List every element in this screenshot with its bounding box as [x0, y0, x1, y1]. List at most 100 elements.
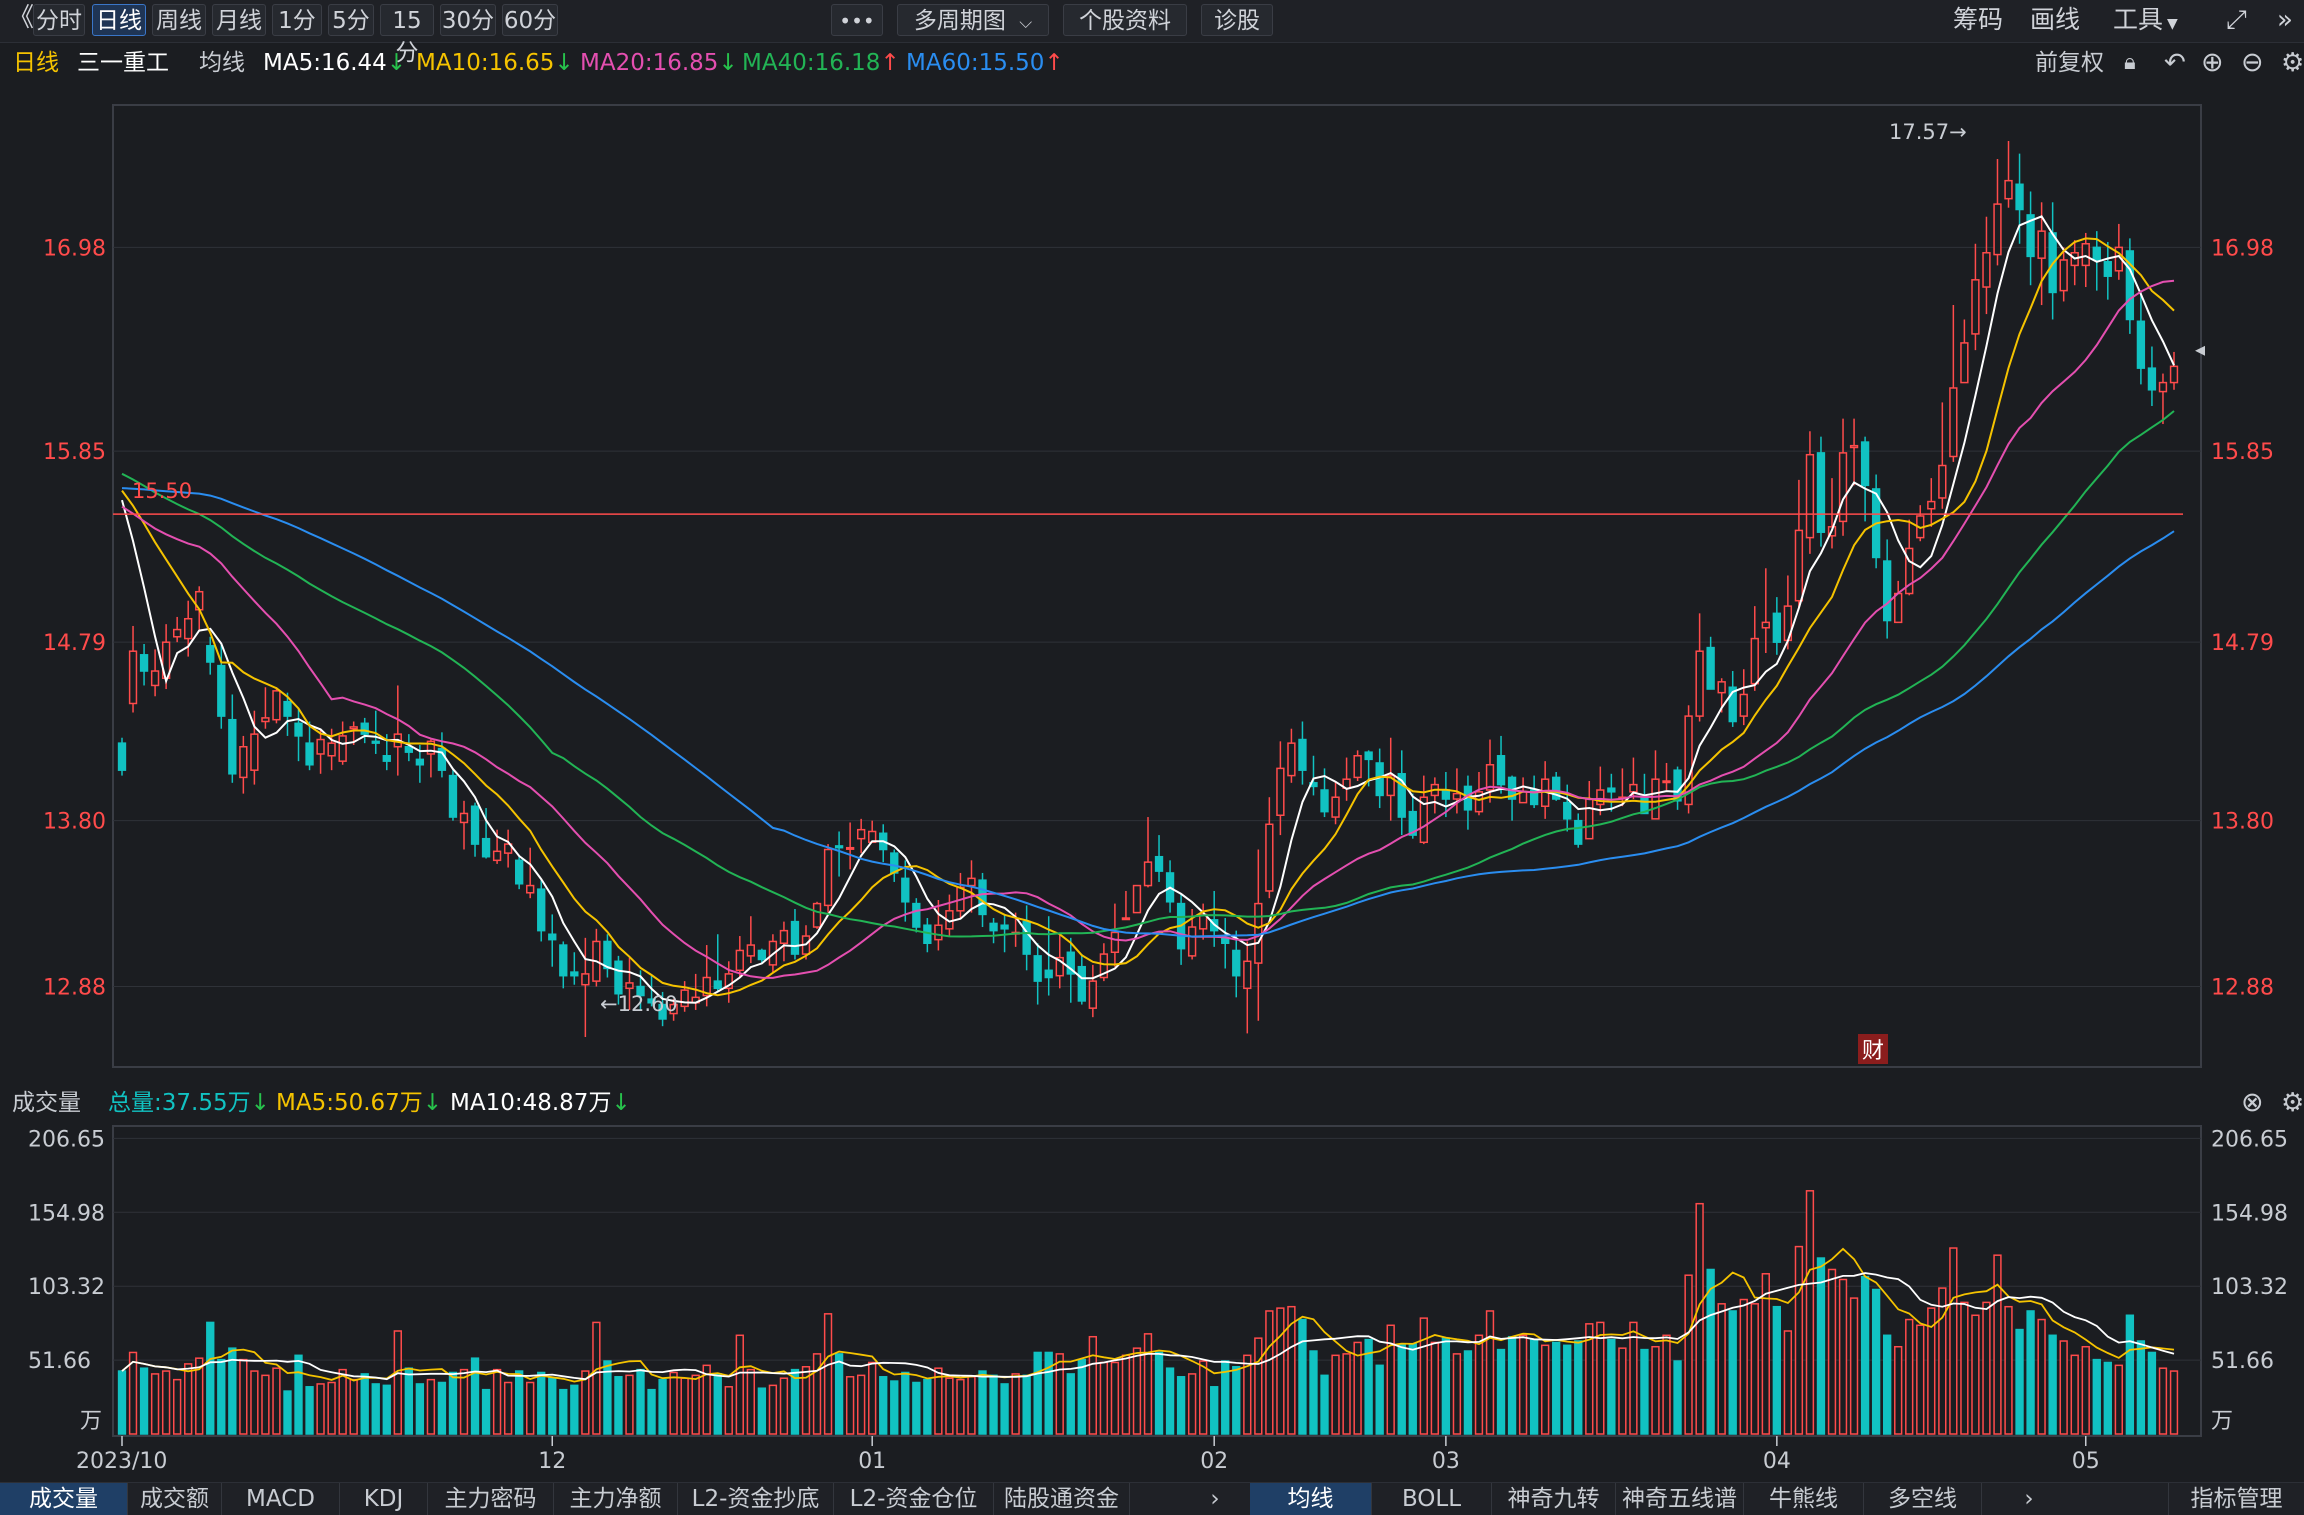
indicator-tab[interactable]: 成交额	[128, 1483, 222, 1515]
period-tab[interactable]: 1分	[272, 4, 322, 36]
candle-body	[2169, 365, 2179, 384]
undo-icon[interactable]: ↶	[2164, 46, 2186, 80]
volume-bar	[272, 1367, 281, 1435]
volume-bar	[437, 1381, 447, 1435]
price-chart[interactable]: 16.98 16.98 15.85 15.85 14.79 14.79 13.80 13.80…	[0, 84, 2304, 1070]
volume-chart[interactable]: 206.65 206.65 154.98 154.98 103.32 103.32 51.6…	[0, 1121, 2304, 1482]
draw-line-link[interactable]: 画线	[2030, 4, 2080, 36]
close-indicator-icon[interactable]: ⊗	[2241, 1086, 2264, 1120]
overlay-tab[interactable]: 神奇九转	[1492, 1483, 1616, 1515]
volume-bar	[537, 1371, 546, 1435]
volume-bar	[150, 1373, 160, 1435]
settings-gear-icon[interactable]: ⚙	[2281, 46, 2304, 80]
period-tab[interactable]: 分时	[33, 4, 85, 36]
volume-bar	[1971, 1314, 1980, 1435]
volume-bar	[448, 1371, 458, 1435]
volume-bar	[2026, 1310, 2035, 1435]
volume-bar	[812, 1353, 822, 1435]
y-tick-left: 13.80	[43, 810, 106, 835]
x-tick-label: 12	[538, 1449, 566, 1474]
volume-bar	[1176, 1376, 1186, 1435]
tools-menu[interactable]: 工具 ▼	[2113, 4, 2178, 36]
more-periods-button[interactable]: •••	[831, 4, 883, 36]
chevron-right-icon[interactable]: ›	[2014, 1483, 2044, 1515]
y-tick-right: 15.85	[2211, 440, 2274, 465]
indicator-tab[interactable]: 主力净额	[554, 1483, 678, 1515]
ma-trend-arrow-icon: ↓	[554, 50, 574, 76]
volume-bar	[724, 1386, 733, 1435]
volume-bar	[856, 1374, 866, 1435]
chip-distribution-link[interactable]: 筹码	[1953, 4, 2003, 36]
period-tab[interactable]: 月线	[212, 4, 266, 36]
multi-period-button[interactable]: 多周期图 ⌵	[897, 4, 1049, 36]
volume-bar	[713, 1373, 722, 1435]
volume-bar	[1916, 1324, 1925, 1435]
period-tab[interactable]: 日线	[92, 4, 146, 36]
volume-bar	[1309, 1350, 1318, 1435]
stock-info-button[interactable]: 个股资料	[1063, 4, 1187, 36]
candle-body	[1243, 960, 1252, 990]
indicator-tab[interactable]: 陆股通资金	[994, 1483, 1130, 1515]
zoom-out-icon[interactable]: ⊖	[2241, 46, 2264, 80]
back-icon[interactable]: 《	[8, 2, 34, 34]
volume-tick-right: 206.65	[2211, 1127, 2288, 1152]
volume-bar	[2059, 1340, 2068, 1435]
ma-settings-link[interactable]: 均线	[199, 46, 245, 80]
candle-body	[150, 670, 160, 687]
zoom-in-icon[interactable]: ⊕	[2201, 46, 2224, 80]
indicator-tab[interactable]: KDJ	[340, 1483, 428, 1515]
candle-body	[2015, 183, 2024, 211]
overlay-tab[interactable]: 牛熊线	[1744, 1483, 1864, 1515]
candle-body	[371, 740, 380, 744]
x-tick-label: 03	[1432, 1449, 1460, 1474]
chevron-right-icon[interactable]: ›	[1200, 1483, 1230, 1515]
candle-body	[680, 989, 689, 1008]
candle-body	[1121, 917, 1131, 921]
x-tick-label: 04	[1763, 1449, 1791, 1474]
x-tick-label: 02	[1200, 1449, 1228, 1474]
overlay-tab[interactable]: 均线	[1250, 1483, 1372, 1515]
diagnose-button[interactable]: 诊股	[1201, 4, 1273, 36]
y-tick-left: 12.88	[43, 976, 106, 1001]
stock-name: 三一重工	[77, 50, 169, 76]
candle-body	[2103, 261, 2112, 277]
volume-bar	[250, 1370, 259, 1435]
adjust-mode-label[interactable]: 前复权	[2035, 46, 2104, 80]
overlay-tab[interactable]: 神奇五线谱	[1616, 1483, 1744, 1515]
period-tab[interactable]: 15分	[380, 4, 434, 66]
candle-body	[757, 949, 767, 961]
candle-body	[1496, 755, 1506, 786]
indicator-tab[interactable]: L2-资金抄底	[678, 1483, 834, 1515]
indicator-manage-button[interactable]: 指标管理	[2168, 1483, 2304, 1515]
indicator-tab[interactable]: MACD	[222, 1483, 340, 1515]
volume-bar	[1165, 1367, 1175, 1435]
candle-body	[2136, 320, 2146, 369]
ma-value-text: MA5:16.44	[263, 50, 387, 76]
lock-icon[interactable]: 🔒︎	[2124, 46, 2136, 80]
collapse-right-icon[interactable]: »	[2277, 4, 2293, 36]
period-tab[interactable]: 5分	[328, 4, 374, 36]
volume-settings-icon[interactable]: ⚙	[2281, 1086, 2304, 1120]
candle-body	[1596, 789, 1605, 806]
volume-bar	[1496, 1348, 1506, 1435]
indicator-tab[interactable]: 成交量	[0, 1483, 128, 1515]
candle-body	[117, 742, 127, 771]
candle-body	[382, 755, 391, 762]
fullscreen-icon[interactable]: ⤢	[2226, 4, 2247, 36]
volume-tick-left: 103.32	[28, 1275, 105, 1300]
candle-body	[206, 645, 215, 663]
candle-body	[790, 920, 800, 955]
period-tab[interactable]: 60分	[502, 4, 558, 36]
candle-body	[1805, 453, 1815, 539]
candle-body	[128, 650, 138, 705]
indicator-tab[interactable]: 主力密码	[428, 1483, 554, 1515]
volume-bar	[1728, 1310, 1737, 1435]
candle-body	[481, 837, 491, 858]
candle-body	[823, 848, 833, 907]
period-tab[interactable]: 30分	[440, 4, 496, 36]
overlay-tab[interactable]: BOLL	[1372, 1483, 1492, 1515]
overlay-tab[interactable]: 多空线	[1864, 1483, 1982, 1515]
period-tab[interactable]: 周线	[152, 4, 206, 36]
volume-bar	[1143, 1333, 1153, 1435]
indicator-tab[interactable]: L2-资金仓位	[834, 1483, 994, 1515]
